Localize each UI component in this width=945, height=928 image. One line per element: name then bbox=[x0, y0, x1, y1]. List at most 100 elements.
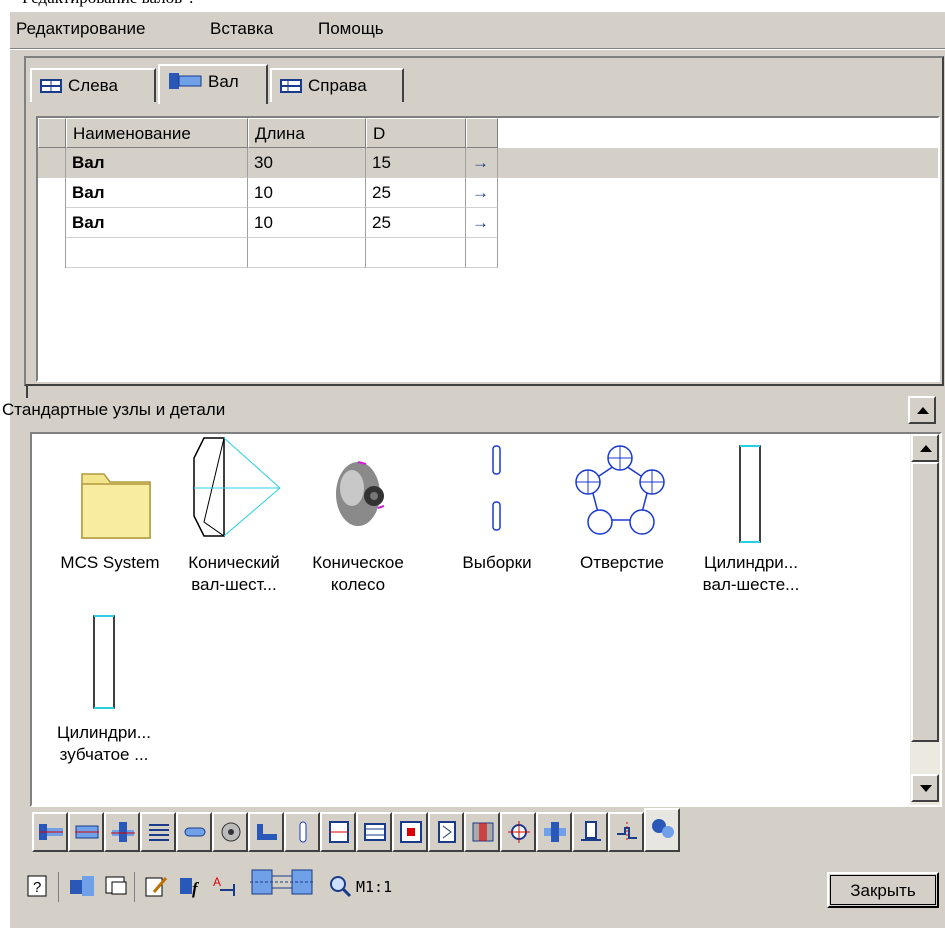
bevel-shaft-gear-icon bbox=[193, 437, 281, 537]
scroll-up-button[interactable] bbox=[911, 434, 939, 462]
tab-shaft-label: Вал bbox=[208, 72, 239, 91]
category-thread-button[interactable] bbox=[608, 812, 644, 852]
coupling-icon bbox=[544, 822, 566, 842]
cell-d[interactable]: 15 bbox=[366, 148, 466, 178]
cell-d[interactable]: 25 bbox=[366, 178, 466, 208]
category-ring-button[interactable] bbox=[428, 812, 464, 852]
category-seal-button[interactable] bbox=[392, 812, 428, 852]
worm-icon bbox=[221, 822, 241, 842]
gears-icon bbox=[652, 819, 674, 838]
row-arrow-icon[interactable]: → bbox=[466, 178, 498, 208]
library-item-bevel-wheel[interactable]: Коническое колесо bbox=[296, 436, 420, 596]
cell-d[interactable]: 25 bbox=[366, 208, 466, 238]
table-row[interactable]: Вал 30 15 → bbox=[38, 148, 938, 178]
row-arrow-icon[interactable]: → bbox=[466, 208, 498, 238]
edit-icon bbox=[145, 877, 168, 897]
cell-name[interactable]: Вал bbox=[66, 148, 248, 178]
scroll-down-button[interactable] bbox=[911, 774, 939, 802]
cell-name[interactable]: Вал bbox=[66, 208, 248, 238]
category-support-button[interactable] bbox=[572, 812, 608, 852]
left-shaft-icon bbox=[40, 78, 62, 99]
seal-icon bbox=[400, 821, 422, 843]
text-button[interactable]: A bbox=[212, 874, 238, 903]
category-profile-button[interactable] bbox=[248, 812, 284, 852]
library-item-cylindrical-gear[interactable]: Цилиндри... зубчатое ... bbox=[40, 606, 168, 766]
zoom-button[interactable] bbox=[328, 874, 352, 903]
open-shaft-icon bbox=[70, 876, 94, 896]
nut-icon bbox=[472, 822, 494, 842]
library-scrollbar[interactable] bbox=[910, 434, 940, 805]
library-item-mcs-system[interactable]: MCS System bbox=[40, 436, 180, 574]
library-item-cylindrical-shaft-gear[interactable]: Цилиндри... вал-шесте... bbox=[686, 436, 816, 596]
view-button[interactable] bbox=[104, 874, 130, 903]
category-standard-parts-button[interactable] bbox=[644, 808, 680, 852]
view-icon bbox=[105, 876, 127, 895]
table-header: Наименование Длина D bbox=[38, 118, 938, 148]
category-cylinder-button[interactable] bbox=[68, 812, 104, 852]
cylinder-icon bbox=[75, 825, 99, 839]
thread-icon bbox=[617, 822, 637, 842]
category-shaft-button[interactable] bbox=[32, 812, 68, 852]
svg-text:A: A bbox=[213, 875, 221, 889]
tab-left[interactable]: Слева bbox=[30, 68, 156, 102]
column-d[interactable]: D bbox=[366, 118, 466, 148]
center-icon bbox=[508, 821, 530, 843]
formula-button[interactable]: f bbox=[178, 874, 206, 903]
open-button[interactable] bbox=[68, 874, 96, 903]
category-worm-button[interactable] bbox=[212, 812, 248, 852]
menu-insert[interactable]: Вставка bbox=[210, 19, 273, 39]
category-center-button[interactable] bbox=[500, 812, 536, 852]
cell-name[interactable]: Вал bbox=[66, 178, 248, 208]
help-button[interactable]: ? bbox=[26, 874, 50, 903]
support-icon bbox=[581, 821, 601, 841]
magnifier-icon bbox=[330, 876, 352, 898]
category-gear-shaft-button[interactable] bbox=[104, 812, 140, 852]
gear-shaft-icon bbox=[111, 822, 135, 842]
table-row[interactable]: Вал 10 25 → bbox=[38, 178, 938, 208]
library-item-holes[interactable]: Отверстие bbox=[562, 436, 682, 574]
cutouts-icon bbox=[492, 445, 501, 531]
bevel-wheel-icon bbox=[336, 461, 385, 526]
column-name[interactable]: Наименование bbox=[66, 118, 248, 148]
svg-text:f: f bbox=[192, 879, 200, 898]
menu-edit[interactable]: Редактирование bbox=[16, 19, 146, 39]
cell-length[interactable]: 10 bbox=[248, 208, 366, 238]
table-row[interactable]: Вал 10 25 → bbox=[38, 208, 938, 238]
edit-button[interactable] bbox=[144, 874, 170, 903]
profile-icon bbox=[257, 824, 277, 840]
scroll-thumb[interactable] bbox=[911, 462, 939, 742]
category-nut-button[interactable] bbox=[464, 812, 500, 852]
row-arrow-icon[interactable]: → bbox=[466, 148, 498, 178]
collapse-library-button[interactable] bbox=[908, 396, 936, 424]
spline-icon bbox=[149, 824, 169, 841]
table-row-empty[interactable] bbox=[38, 238, 938, 268]
ring-icon bbox=[438, 821, 456, 843]
close-button[interactable]: Закрыть bbox=[827, 872, 939, 908]
text-icon: A bbox=[213, 875, 235, 896]
tab-left-label: Слева bbox=[68, 76, 118, 95]
library-title: Стандартные узлы и детали bbox=[2, 400, 226, 419]
category-bearing-button[interactable] bbox=[320, 812, 356, 852]
tab-right[interactable]: Справа bbox=[270, 68, 404, 102]
library-item-bevel-shaft-gear[interactable]: Конический вал-шест... bbox=[172, 436, 296, 596]
cell-length[interactable]: 10 bbox=[248, 178, 366, 208]
library-item-cutouts[interactable]: Выборки bbox=[442, 436, 552, 574]
category-sleeve-button[interactable] bbox=[356, 812, 392, 852]
cell-length[interactable]: 30 bbox=[248, 148, 366, 178]
menu-bar: Редактирование Вставка Помощь bbox=[10, 12, 945, 48]
window-caption: Редактирование валов". bbox=[22, 0, 193, 8]
category-key-button[interactable] bbox=[176, 812, 212, 852]
column-length[interactable]: Длина bbox=[248, 118, 366, 148]
cutout-icon bbox=[299, 821, 307, 843]
cylindrical-gear-icon bbox=[93, 615, 115, 709]
shaft-icon bbox=[168, 72, 202, 95]
formula-icon: f bbox=[180, 878, 200, 898]
assembly-button[interactable] bbox=[250, 864, 314, 905]
category-cutout-button[interactable] bbox=[284, 812, 320, 852]
category-coupling-button[interactable] bbox=[536, 812, 572, 852]
library-list: MCS System Конический вал-шест... Кониче… bbox=[30, 432, 942, 807]
splitter-handle[interactable] bbox=[26, 384, 28, 398]
category-spline-button[interactable] bbox=[140, 812, 176, 852]
menu-help[interactable]: Помощь bbox=[318, 19, 384, 39]
tab-shaft[interactable]: Вал bbox=[158, 64, 268, 104]
